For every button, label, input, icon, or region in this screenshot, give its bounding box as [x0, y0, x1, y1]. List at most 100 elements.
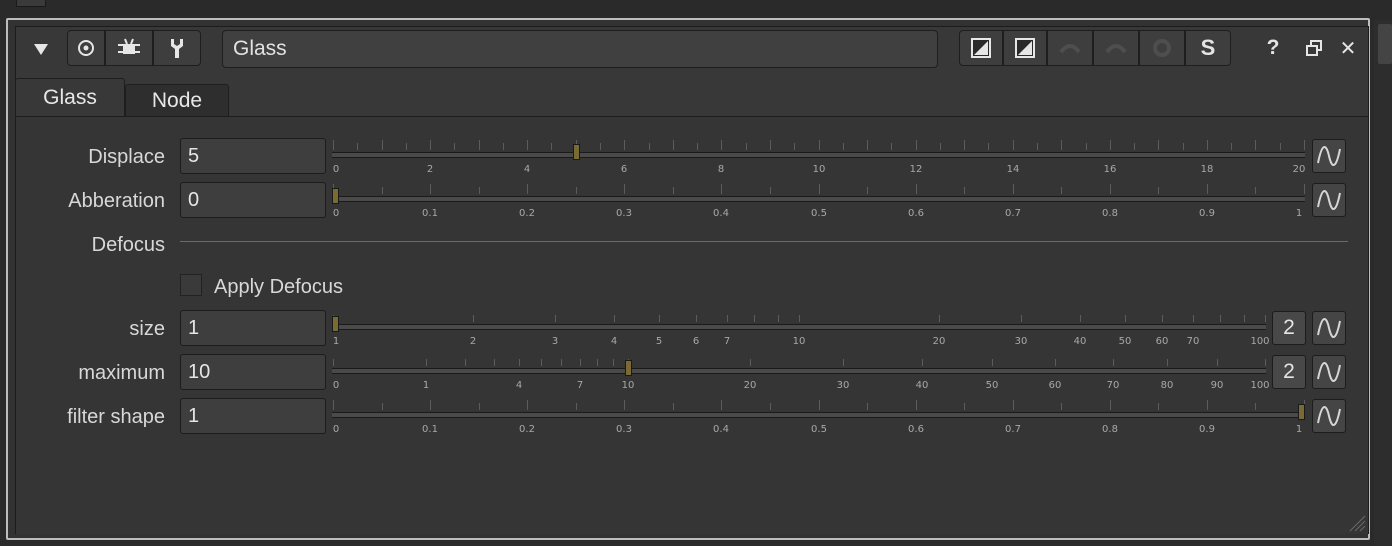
tab-node[interactable]: Node — [125, 84, 229, 116]
filter-shape-slider[interactable]: 0 0.1 0.2 0.3 0.4 0.5 0.6 0.7 0.8 0.9 1 — [332, 397, 1305, 437]
displace-slider[interactable]: 0 2 4 6 8 10 12 14 16 18 20 — [332, 137, 1305, 177]
slider-tick — [580, 359, 581, 366]
reset-button-1[interactable] — [959, 30, 1003, 66]
slider-tick — [964, 140, 965, 150]
maximum-slider[interactable]: 0 1 4 7 10 20 30 40 50 60 70 80 90 100 — [332, 353, 1270, 393]
slider-tick — [1220, 315, 1221, 322]
slider-tick-label: 7 — [723, 336, 731, 347]
viewer-input-button[interactable] — [67, 30, 105, 66]
slider-tick — [1113, 359, 1114, 366]
slider-tick — [992, 359, 993, 366]
slider-handle[interactable] — [332, 188, 339, 204]
slider-tick — [479, 140, 480, 150]
slider-tick — [891, 143, 892, 150]
slider-handle[interactable] — [625, 360, 632, 376]
abberation-slider[interactable]: 0 0.1 0.2 0.3 0.4 0.5 0.6 0.7 0.8 0.9 1 — [332, 181, 1305, 221]
revert-button[interactable] — [1139, 30, 1185, 66]
maximum-input[interactable]: 10 — [180, 354, 326, 390]
slider-tick — [697, 143, 698, 150]
maximum-animation-button[interactable] — [1312, 355, 1346, 389]
slider-tick-label: 60 — [1048, 380, 1062, 391]
close-button[interactable]: ✕ — [1335, 32, 1361, 64]
slider-tick-label: 18 — [1200, 164, 1214, 175]
reset-icon — [971, 38, 991, 58]
size-animation-button[interactable] — [1312, 311, 1346, 345]
size-input[interactable]: 1 — [180, 310, 326, 346]
slider-tick-label: 0.8 — [1102, 424, 1118, 435]
abberation-label: Abberation — [68, 190, 165, 212]
displace-input[interactable]: 5 — [180, 138, 326, 174]
slider-handle[interactable] — [1298, 404, 1305, 420]
abberation-input[interactable]: 0 — [180, 182, 326, 218]
tab-glass[interactable]: Glass — [15, 78, 125, 117]
size-slider[interactable]: 1 2 3 4 5 6 7 10 20 30 40 50 60 70 100 — [332, 309, 1270, 349]
slider-tick-label: 0.5 — [811, 424, 827, 435]
help-button[interactable]: ? — [1259, 32, 1287, 64]
slider-tick-label: 60 — [1155, 336, 1169, 347]
slider-tick — [843, 143, 844, 150]
slider-tick — [613, 359, 614, 366]
snippet-button[interactable]: S — [1185, 30, 1231, 66]
apply-defocus-checkbox[interactable] — [180, 274, 202, 296]
slider-track[interactable] — [332, 152, 1305, 158]
reset-button-2[interactable] — [1003, 30, 1047, 66]
slider-tick-label: 20 — [932, 336, 946, 347]
slider-tick — [1231, 143, 1232, 150]
slider-tick — [916, 400, 917, 410]
filter-shape-animation-button[interactable] — [1312, 399, 1346, 433]
float-button[interactable] — [1301, 32, 1327, 64]
slider-tick-label: 10 — [621, 380, 635, 391]
slider-track[interactable] — [332, 324, 1266, 330]
slider-tick-label: 0 — [332, 380, 340, 391]
slider-tick — [1061, 403, 1062, 410]
slider-tick — [1080, 315, 1081, 322]
slider-tick-label: 10 — [792, 336, 806, 347]
slider-tick-label: 0.4 — [713, 208, 729, 219]
slider-handle[interactable] — [332, 316, 339, 332]
abberation-animation-button[interactable] — [1312, 183, 1346, 217]
revert-icon — [1153, 39, 1171, 57]
slider-tick-label: 0.6 — [908, 208, 924, 219]
displace-label: Displace — [88, 146, 165, 168]
redo-icon — [1105, 44, 1127, 54]
slider-track[interactable] — [332, 196, 1305, 202]
slider-tick — [1244, 315, 1245, 322]
slider-tick — [333, 400, 334, 410]
slider-tick — [1162, 315, 1163, 322]
slider-tick — [541, 359, 542, 366]
maximum-views-button[interactable]: 2 — [1272, 355, 1306, 389]
maximum-label: maximum — [78, 362, 165, 384]
undo-button[interactable] — [1047, 30, 1093, 66]
slider-tick — [1055, 359, 1056, 366]
slider-tick — [624, 400, 625, 410]
resize-grip-icon[interactable] — [1348, 514, 1366, 532]
slider-tick-label: 0.6 — [908, 424, 924, 435]
slider-tick — [555, 315, 556, 322]
wrench-button[interactable] — [153, 30, 201, 66]
slider-tick — [659, 315, 660, 322]
slider-track[interactable] — [332, 412, 1305, 418]
slider-tick — [430, 184, 431, 194]
slider-tick — [673, 140, 674, 150]
node-name-field[interactable]: Glass — [222, 30, 938, 68]
slider-track[interactable] — [332, 368, 1266, 374]
slider-tick — [576, 403, 577, 410]
redo-button[interactable] — [1093, 30, 1139, 66]
slider-tick-label: 50 — [985, 380, 999, 391]
side-scrollbar[interactable] — [1374, 20, 1392, 546]
slider-tick-label: 20 — [743, 380, 757, 391]
filter-shape-input[interactable]: 1 — [180, 398, 326, 434]
size-views-button[interactable]: 2 — [1272, 311, 1306, 345]
slider-tick-label: 0.9 — [1199, 424, 1215, 435]
slider-tick-label: 14 — [1006, 164, 1020, 175]
slider-tick — [916, 140, 917, 150]
slider-tick-label: 0.3 — [616, 208, 632, 219]
bug-button[interactable] — [105, 30, 153, 66]
slider-tick — [867, 403, 868, 410]
slider-handle[interactable] — [573, 144, 580, 160]
displace-animation-button[interactable] — [1312, 139, 1346, 173]
triangle-down-icon — [34, 44, 48, 55]
scrollbar-thumb[interactable] — [1378, 24, 1392, 64]
collapse-button[interactable] — [23, 32, 59, 66]
slider-tick — [794, 143, 795, 150]
